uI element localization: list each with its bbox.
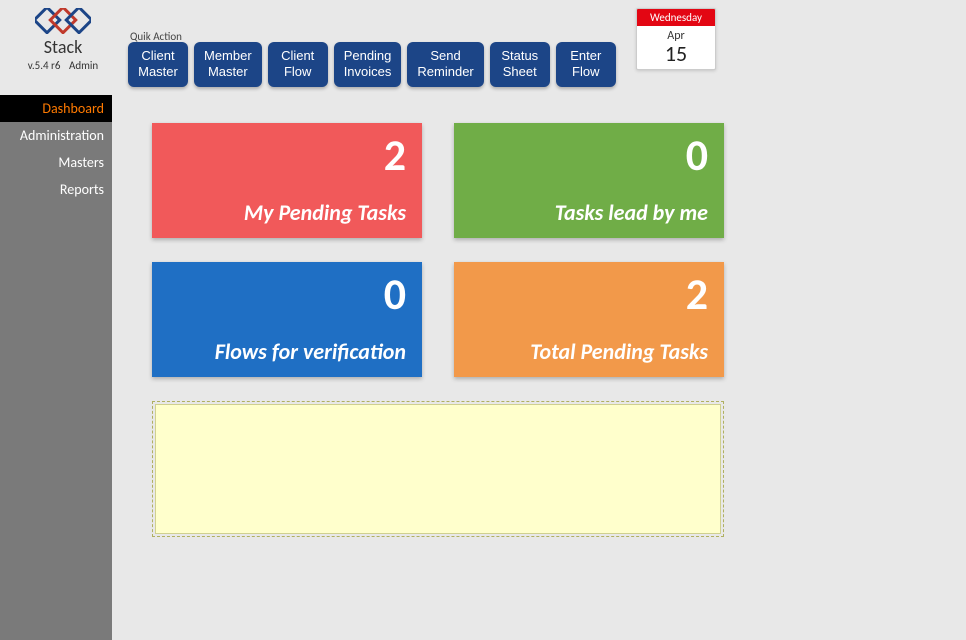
member-master-button[interactable]: MemberMaster <box>194 42 262 87</box>
brand-block: Stack v.5.4 r6 Admin <box>18 8 108 72</box>
quick-action-bar: ClientMaster MemberMaster ClientFlow Pen… <box>128 42 616 87</box>
card-row-2: 0 Flows for verification 2 Total Pending… <box>152 262 966 377</box>
notes-area[interactable] <box>155 404 721 534</box>
card-value: 2 <box>168 133 406 177</box>
brand-subtitle: v.5.4 r6 Admin <box>18 59 108 72</box>
card-value: 2 <box>470 272 708 316</box>
card-label: Flows for verification <box>168 338 406 365</box>
brand-role: Admin <box>69 59 98 72</box>
header: Stack v.5.4 r6 Admin Quik Action ClientM… <box>0 0 966 95</box>
client-flow-button[interactable]: ClientFlow <box>268 42 328 87</box>
brand-title: Stack <box>18 36 108 58</box>
send-reminder-button[interactable]: SendReminder <box>407 42 483 87</box>
sidebar: Dashboard Administration Masters Reports <box>0 95 112 640</box>
enter-flow-button[interactable]: EnterFlow <box>556 42 616 87</box>
card-value: 0 <box>470 133 708 177</box>
card-label: Tasks lead by me <box>470 199 708 226</box>
notes-panel <box>152 401 724 537</box>
card-flows-verification[interactable]: 0 Flows for verification <box>152 262 422 377</box>
card-row-1: 2 My Pending Tasks 0 Tasks lead by me <box>152 123 966 238</box>
sidebar-item-dashboard[interactable]: Dashboard <box>0 95 112 122</box>
card-label: My Pending Tasks <box>168 199 406 226</box>
sidebar-item-administration[interactable]: Administration <box>0 122 112 149</box>
card-total-pending[interactable]: 2 Total Pending Tasks <box>454 262 724 377</box>
card-my-pending[interactable]: 2 My Pending Tasks <box>152 123 422 238</box>
card-lead-by-me[interactable]: 0 Tasks lead by me <box>454 123 724 238</box>
brand-version: v.5.4 r6 <box>28 59 61 72</box>
calendar-date: 15 <box>637 43 715 69</box>
sidebar-item-reports[interactable]: Reports <box>0 176 112 203</box>
main-content: 2 My Pending Tasks 0 Tasks lead by me 0 … <box>112 95 966 640</box>
card-value: 0 <box>168 272 406 316</box>
status-sheet-button[interactable]: StatusSheet <box>490 42 550 87</box>
card-label: Total Pending Tasks <box>470 338 708 365</box>
client-master-button[interactable]: ClientMaster <box>128 42 188 87</box>
calendar-day: Wednesday <box>637 9 715 26</box>
sidebar-item-masters[interactable]: Masters <box>0 149 112 176</box>
pending-invoices-button[interactable]: PendingInvoices <box>334 42 402 87</box>
calendar-widget: Wednesday Apr 15 <box>636 8 716 70</box>
stack-logo-icon <box>18 8 108 34</box>
body-layout: Dashboard Administration Masters Reports… <box>0 95 966 640</box>
